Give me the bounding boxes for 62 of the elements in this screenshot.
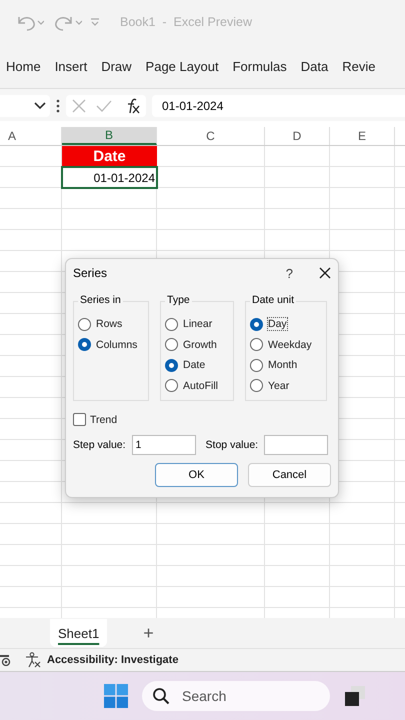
ribbon-tab[interactable]: Draw <box>94 58 139 74</box>
option-label[interactable]: Month <box>268 359 298 372</box>
radio-button[interactable] <box>165 358 178 372</box>
sheet-tab[interactable]: Sheet1 <box>50 619 108 647</box>
search-icon <box>152 687 170 705</box>
name-box[interactable] <box>0 95 50 117</box>
column-header[interactable]: C <box>157 127 265 145</box>
dialog-button[interactable]: Cancel <box>248 463 331 487</box>
check-icon[interactable] <box>96 100 112 112</box>
option-label[interactable]: Date <box>183 359 206 372</box>
input-field[interactable]: 1 <box>132 435 196 455</box>
option-label[interactable]: Year <box>268 380 290 392</box>
ribbon-tab[interactable]: Page Layout <box>138 58 226 74</box>
group-title: Date unit <box>250 294 296 306</box>
checkbox[interactable] <box>73 413 86 426</box>
radio-button[interactable] <box>250 338 263 352</box>
radio-button[interactable] <box>165 379 178 392</box>
option-label[interactable]: Growth <box>183 338 217 351</box>
ribbon-tab[interactable]: Data <box>294 58 336 74</box>
table-cell: Date <box>62 146 157 167</box>
column-header[interactable]: D <box>265 127 330 145</box>
dialog-title: Series <box>73 266 108 280</box>
radio-button[interactable] <box>78 338 91 352</box>
radio-button[interactable] <box>250 358 263 372</box>
macro-icon[interactable] <box>0 654 11 666</box>
option-label[interactable]: AutoFill <box>183 380 218 392</box>
column-header[interactable]: E <box>330 127 395 145</box>
ribbon-tab[interactable]: Formulas <box>226 58 294 74</box>
chevron-down-icon <box>34 102 46 110</box>
option-label[interactable]: Linear <box>183 318 212 330</box>
add-sheet-button[interactable]: + <box>137 622 160 644</box>
dialog-button[interactable]: OK <box>155 463 238 487</box>
group-title: Type <box>165 294 192 306</box>
windows-start-icon[interactable] <box>104 684 128 708</box>
option-label[interactable]: Weekday <box>268 338 312 351</box>
formula-field[interactable]: 01-01-2024 <box>152 95 405 117</box>
group-title: Series in <box>78 294 123 306</box>
radio-button[interactable] <box>250 379 263 392</box>
window-title: Book1 - Excel Preview <box>120 15 252 29</box>
more-icon[interactable] <box>56 99 60 113</box>
checkbox-label[interactable]: Trend <box>90 414 118 426</box>
help-button[interactable]: ? <box>280 264 299 282</box>
radio-button[interactable] <box>165 338 178 352</box>
task-view-icon[interactable] <box>344 685 366 707</box>
search-field[interactable]: Search <box>142 681 330 711</box>
radio-button[interactable] <box>250 318 263 331</box>
option-label[interactable]: Day <box>268 318 287 330</box>
accessibility-icon[interactable] <box>25 652 41 668</box>
accessibility-status[interactable]: Accessibility: Investigate <box>47 654 178 666</box>
column-header[interactable]: B <box>62 127 157 145</box>
ribbon-tab[interactable]: Insert <box>48 58 94 74</box>
option-label[interactable]: Rows <box>96 318 122 330</box>
option-label[interactable]: Columns <box>96 338 138 351</box>
radio-button[interactable] <box>78 318 91 331</box>
ribbon-tab[interactable]: Home <box>0 58 48 74</box>
field-label: Stop value: <box>206 439 258 451</box>
radio-button[interactable] <box>165 318 178 331</box>
table-cell: 01-01-2024 <box>62 167 157 188</box>
field-label: Step value: <box>73 439 126 451</box>
input-field[interactable] <box>264 435 328 455</box>
close-icon[interactable] <box>319 267 331 279</box>
ribbon-tab[interactable]: Revie <box>335 58 382 74</box>
